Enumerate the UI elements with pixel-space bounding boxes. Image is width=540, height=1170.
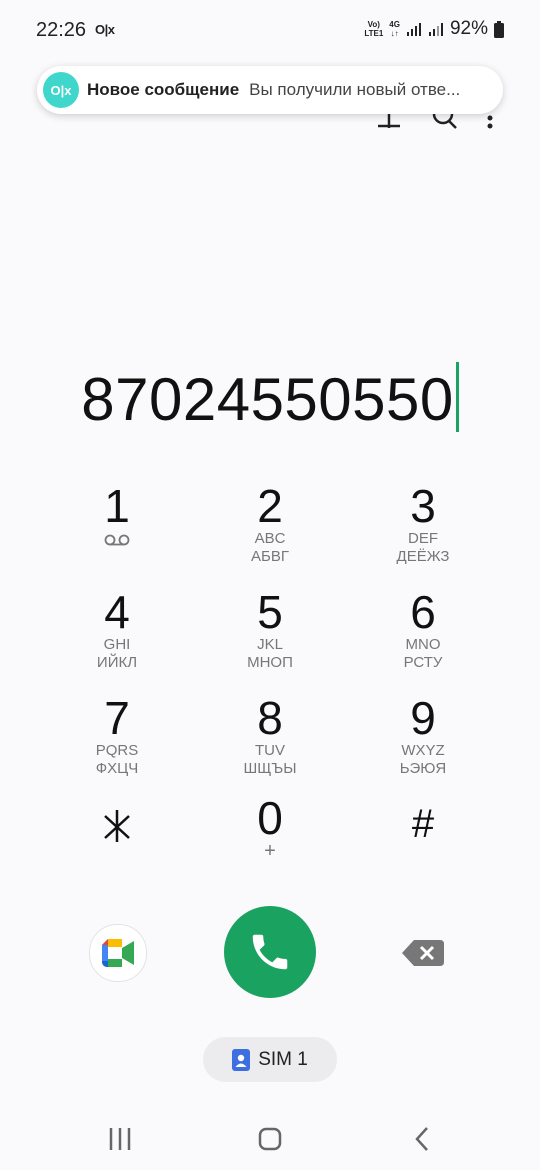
key-6[interactable]: 6 MNO РСТУ [348,588,498,684]
key-plus: + [264,840,276,862]
text-cursor [455,362,459,432]
key-4[interactable]: 4 GHI ИЙКЛ [42,588,192,684]
sim-selector[interactable]: SIM 1 [203,1037,337,1082]
data-arrows-icon: ↓↑ [390,29,399,38]
key-8[interactable]: 8 TUV ШЩЪЫ [195,694,345,790]
key-digit: 8 [257,692,283,744]
recent-apps-icon[interactable] [100,1122,140,1156]
backspace-icon[interactable] [400,936,446,970]
home-icon[interactable] [250,1122,290,1156]
olx-app-icon: O|x [43,72,79,108]
key-letters-latin: ABC [254,530,286,547]
key-digit: 2 [257,480,283,532]
sim-card-icon [232,1048,251,1071]
signal-icon [406,23,421,36]
key-3[interactable]: 3 DEF ДЕЁЖЗ [348,482,498,578]
volte-line2: LTE1 [364,29,384,38]
key-1[interactable]: 1 [42,482,192,578]
key-letters-cyrillic: ДЕЁЖЗ [396,548,450,565]
notification-banner[interactable]: O|x Новое сообщение Вы получили новый от… [37,66,503,114]
key-letters-cyrillic: РСТУ [403,654,443,671]
key-letters-cyrillic: МНОП [247,654,293,671]
key-star[interactable] [42,800,192,896]
key-letters-latin: JKL [257,636,283,653]
key-letters-latin: GHI [103,636,131,653]
key-letters-cyrillic: ИЙКЛ [96,654,138,671]
call-button[interactable] [224,906,316,998]
olx-status-icon: O|x [95,22,115,37]
key-9[interactable]: 9 WXYZ ЬЭЮЯ [348,694,498,790]
back-icon[interactable] [402,1122,442,1156]
key-letters-latin: WXYZ [401,742,445,759]
video-call-button[interactable] [89,924,147,982]
key-digit: 1 [104,480,130,532]
key-letters-cyrillic: ФХЦЧ [95,760,139,777]
voicemail-icon [104,534,130,546]
key-5[interactable]: 5 JKL МНОП [195,588,345,684]
phone-icon [252,934,288,970]
key-letters-cyrillic: ЬЭЮЯ [399,760,447,777]
status-bar: 22:26 O|x Vo) LTE1 4G ↓↑ 92% [0,0,540,60]
key-letters-cyrillic: ШЩЪЫ [243,760,297,777]
key-digit: # [411,802,435,846]
status-time: 22:26 [36,19,87,41]
key-digit: 6 [410,586,436,638]
network-label: 4G [389,20,400,29]
key-0[interactable]: 0 + [195,794,345,890]
key-digit: 0 [257,792,283,844]
key-digit: 9 [410,692,436,744]
key-letters-latin: MNO [405,636,441,653]
volte-icon: Vo) LTE1 [364,20,383,38]
dialed-number-field[interactable]: 87024550550 [0,362,540,433]
key-letters-cyrillic: АБВГ [251,548,289,565]
notification-title: Новое сообщение [87,80,240,99]
key-letters-latin: DEF [408,530,438,547]
key-letters-latin: TUV [255,742,285,759]
battery-percent: 92% [449,18,488,39]
signal-icon-2 [428,23,443,36]
notification-text: Вы получили новый отве... [249,80,461,99]
key-digit: 7 [104,692,130,744]
status-indicators: Vo) LTE1 4G ↓↑ 92% [364,18,504,40]
dialed-number: 87024550550 [81,366,454,433]
key-7[interactable]: 7 PQRS ФХЦЧ [42,694,192,790]
asterisk-icon [104,810,130,842]
key-2[interactable]: 2 ABC АБВГ [195,482,345,578]
dialer-screen: 22:26 O|x Vo) LTE1 4G ↓↑ 92% O|x Новое с… [0,0,540,1170]
key-digit: 3 [410,480,436,532]
key-letters-latin: PQRS [95,742,139,759]
google-meet-icon [102,939,134,967]
battery-icon [494,20,504,38]
key-digit: 4 [104,586,130,638]
volte-line1: Vo) [367,20,380,29]
key-hash[interactable]: # [348,800,498,896]
key-digit: 5 [257,586,283,638]
sim-label: SIM 1 [258,1048,308,1070]
network-4g-icon: 4G ↓↑ [389,20,400,38]
